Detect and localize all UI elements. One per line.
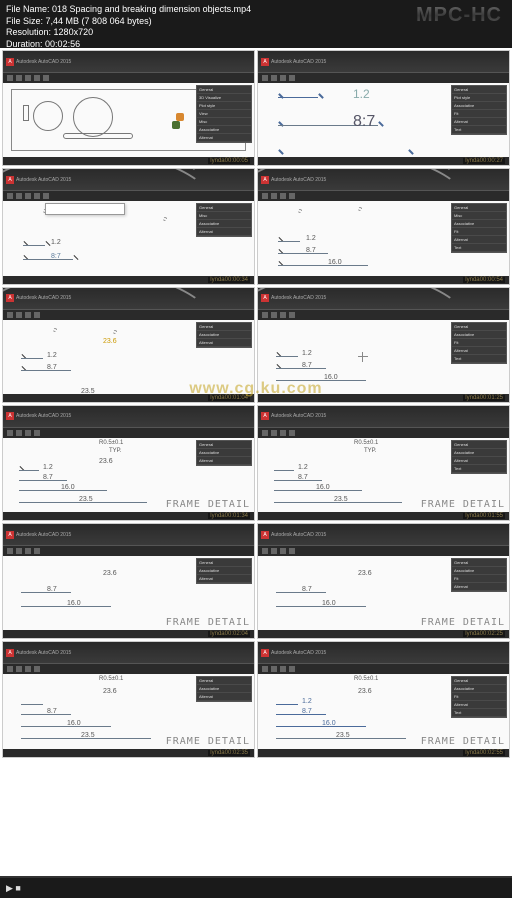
command-tooltip bbox=[45, 203, 125, 215]
thumb-4[interactable]: AAutodesk AutoCAD 2015 1.2 8.7 16.0 Gene… bbox=[257, 168, 510, 284]
thumbnail-grid: AAutodesk AutoCAD 2015 General 3D Visual… bbox=[0, 48, 512, 878]
thumb-6[interactable]: AAutodesk AutoCAD 2015 1.2 8.7 16.0 Gene… bbox=[257, 287, 510, 403]
frame-detail-label: FRAME DETAIL bbox=[166, 499, 250, 510]
thumb-10[interactable]: AAutodesk AutoCAD 2015 23.6 8.7 16.0 FRA… bbox=[257, 523, 510, 639]
thumb-7[interactable]: AAutodesk AutoCAD 2015 R0.5±0.1 TYP. 23.… bbox=[2, 405, 255, 521]
thumb-2[interactable]: AAutodesk AutoCAD 2015 1.2 8:7 General P… bbox=[257, 50, 510, 166]
play-button[interactable]: ▶ ■ bbox=[6, 883, 21, 894]
properties-panel[interactable]: General 3D Visualize Plot style View Mis… bbox=[196, 85, 252, 143]
thumb-3[interactable]: AAutodesk AutoCAD 2015 1.2 8:7 Genera bbox=[2, 168, 255, 284]
thumb-8[interactable]: AAutodesk AutoCAD 2015 R0.5±0.1 TYP. 1.2… bbox=[257, 405, 510, 521]
thumb-9[interactable]: AAutodesk AutoCAD 2015 23.6 8.7 16.0 FRA… bbox=[2, 523, 255, 639]
thumb-5[interactable]: AAutodesk AutoCAD 2015 23.6 1.2 8.7 23.5… bbox=[2, 287, 255, 403]
info-header: File Name: 018 Spacing and breaking dime… bbox=[0, 0, 512, 48]
thumb-12[interactable]: AAutodesk AutoCAD 2015 R0.5±0.1 23.6 1.2… bbox=[257, 641, 510, 757]
autocad-icon: A bbox=[6, 58, 14, 66]
thumb-11[interactable]: AAutodesk AutoCAD 2015 R0.5±0.1 23.6 8.7… bbox=[2, 641, 255, 757]
file-info: File Name: 018 Spacing and breaking dime… bbox=[6, 4, 251, 51]
mpc-logo: MPC-HC bbox=[416, 4, 506, 27]
player-footer: ▶ ■ bbox=[0, 878, 512, 898]
lynda-watermark: lynda00:00:05 bbox=[208, 158, 250, 164]
thumb-1[interactable]: AAutodesk AutoCAD 2015 General 3D Visual… bbox=[2, 50, 255, 166]
